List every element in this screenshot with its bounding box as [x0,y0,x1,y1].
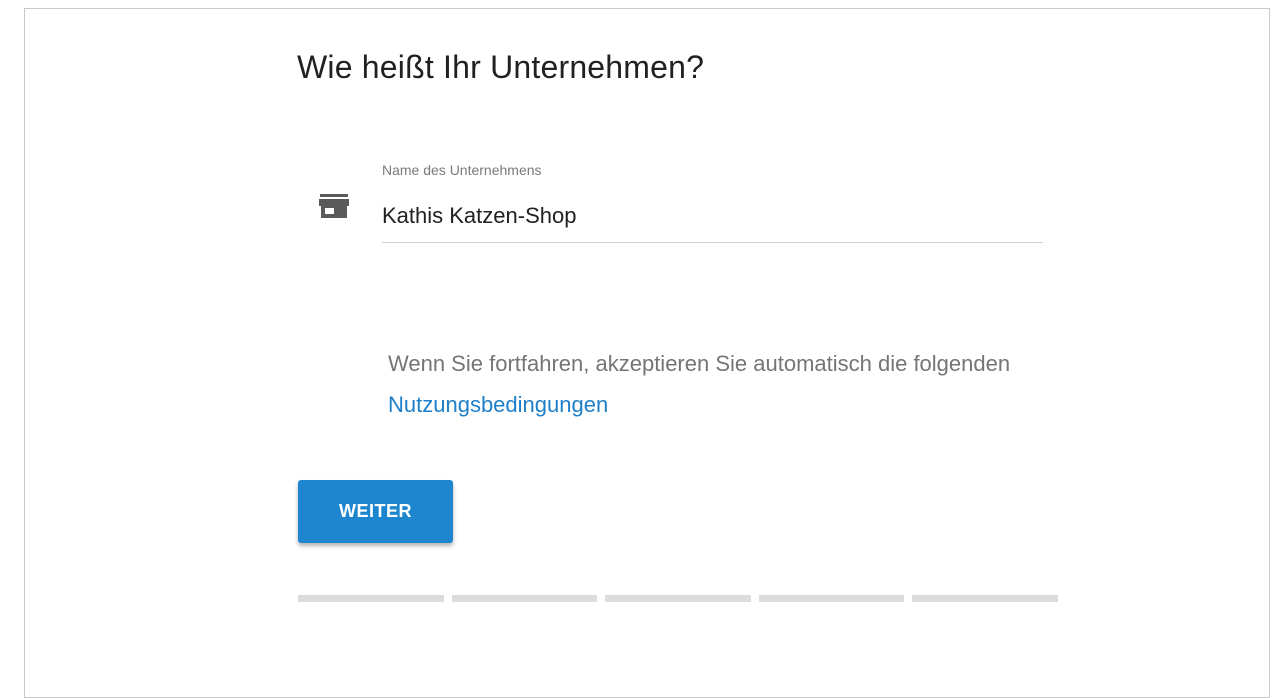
page-title: Wie heißt Ihr Unternehmen? [297,49,705,85]
form-card: Wie heißt Ihr Unternehmen? Name des Unte… [24,8,1270,698]
progress-step-2 [451,595,598,602]
progress-step-1 [298,595,444,602]
company-name-input[interactable] [382,203,1022,229]
store-icon [319,194,349,218]
company-name-underline [382,242,1043,243]
continue-button[interactable]: WEITER [298,480,453,543]
company-name-field: Name des Unternehmens [382,161,1043,244]
progress-step-5 [912,595,1058,602]
progress-step-3 [605,595,751,602]
terms-link[interactable]: Nutzungsbedingungen [388,392,608,417]
progress-step-4 [758,595,905,602]
terms-notice: Wenn Sie fortfahren, akzeptieren Sie aut… [388,343,1088,425]
terms-text: Wenn Sie fortfahren, akzeptieren Sie aut… [388,351,1011,376]
step-progress [298,595,1058,602]
company-name-label: Name des Unternehmens [382,162,542,178]
